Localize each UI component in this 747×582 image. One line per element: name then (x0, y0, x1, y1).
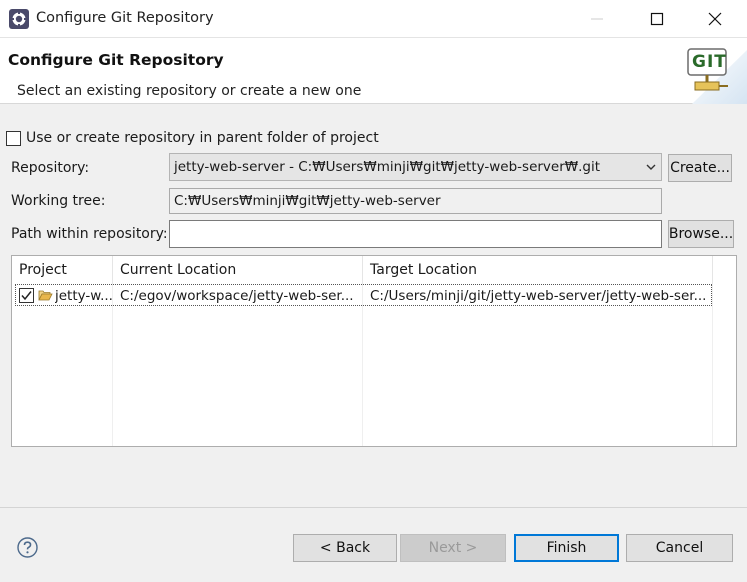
column-header-current-location[interactable]: Current Location (113, 256, 363, 284)
title-bar: Configure Git Repository (0, 0, 747, 38)
help-button[interactable] (17, 537, 38, 558)
current-location-cell: C:/egov/workspace/jetty-web-ser... (120, 288, 354, 304)
use-parent-folder-checkbox[interactable] (6, 131, 21, 146)
create-repository-button[interactable]: Create... (668, 154, 732, 182)
eclipse-icon (9, 9, 29, 29)
browse-button[interactable]: Browse... (668, 220, 734, 248)
use-parent-folder-label: Use or create repository in parent folde… (26, 130, 379, 146)
open-folder-icon (38, 290, 53, 301)
help-icon (17, 537, 38, 558)
minimize-icon (591, 18, 603, 20)
working-tree-field: C:₩Users₩minji₩git₩jetty-web-server (169, 188, 662, 214)
window-title: Configure Git Repository (36, 10, 214, 26)
column-header-project[interactable]: Project (12, 256, 113, 284)
target-location-cell: C:/Users/minji/git/jetty-web-server/jett… (370, 288, 707, 304)
git-logo-text: GIT (692, 52, 727, 72)
back-button[interactable]: < Back (293, 534, 397, 562)
maximize-icon (650, 12, 664, 26)
maximize-button[interactable] (637, 4, 677, 34)
wizard-header: Configure Git Repository Select an exist… (0, 38, 747, 104)
working-tree-value: C:₩Users₩minji₩git₩jetty-web-server (174, 193, 441, 209)
close-icon (708, 12, 722, 26)
column-header-target-location[interactable]: Target Location (363, 256, 713, 284)
repository-value: jetty-web-server - C:₩Users₩minji₩git₩je… (174, 159, 601, 175)
path-within-repository-label: Path within repository: (11, 226, 168, 242)
projects-table[interactable]: Project Current Location Target Location… (11, 255, 737, 447)
repository-label: Repository: (11, 160, 90, 176)
path-within-repository-input[interactable] (169, 220, 662, 248)
page-title: Configure Git Repository (8, 51, 224, 69)
minimize-button[interactable] (577, 4, 617, 34)
finish-button[interactable]: Finish (514, 534, 619, 562)
repository-select[interactable]: jetty-web-server - C:₩Users₩minji₩git₩je… (169, 153, 662, 181)
checkmark-icon (21, 291, 32, 301)
column-divider (362, 284, 363, 446)
close-button[interactable] (695, 4, 735, 34)
chevron-down-icon (646, 164, 656, 170)
project-row-checkbox[interactable] (19, 288, 34, 303)
project-name-cell: jetty-w... (55, 288, 113, 304)
table-row[interactable]: jetty-w... C:/egov/workspace/jetty-web-s… (15, 284, 712, 306)
next-button[interactable]: Next > (400, 534, 506, 562)
column-divider (112, 284, 113, 446)
column-divider (712, 284, 713, 446)
page-description: Select an existing repository or create … (17, 83, 362, 99)
working-tree-label: Working tree: (11, 193, 106, 209)
git-logo: GIT (672, 38, 747, 104)
footer-divider (0, 507, 747, 508)
cancel-button[interactable]: Cancel (626, 534, 733, 562)
